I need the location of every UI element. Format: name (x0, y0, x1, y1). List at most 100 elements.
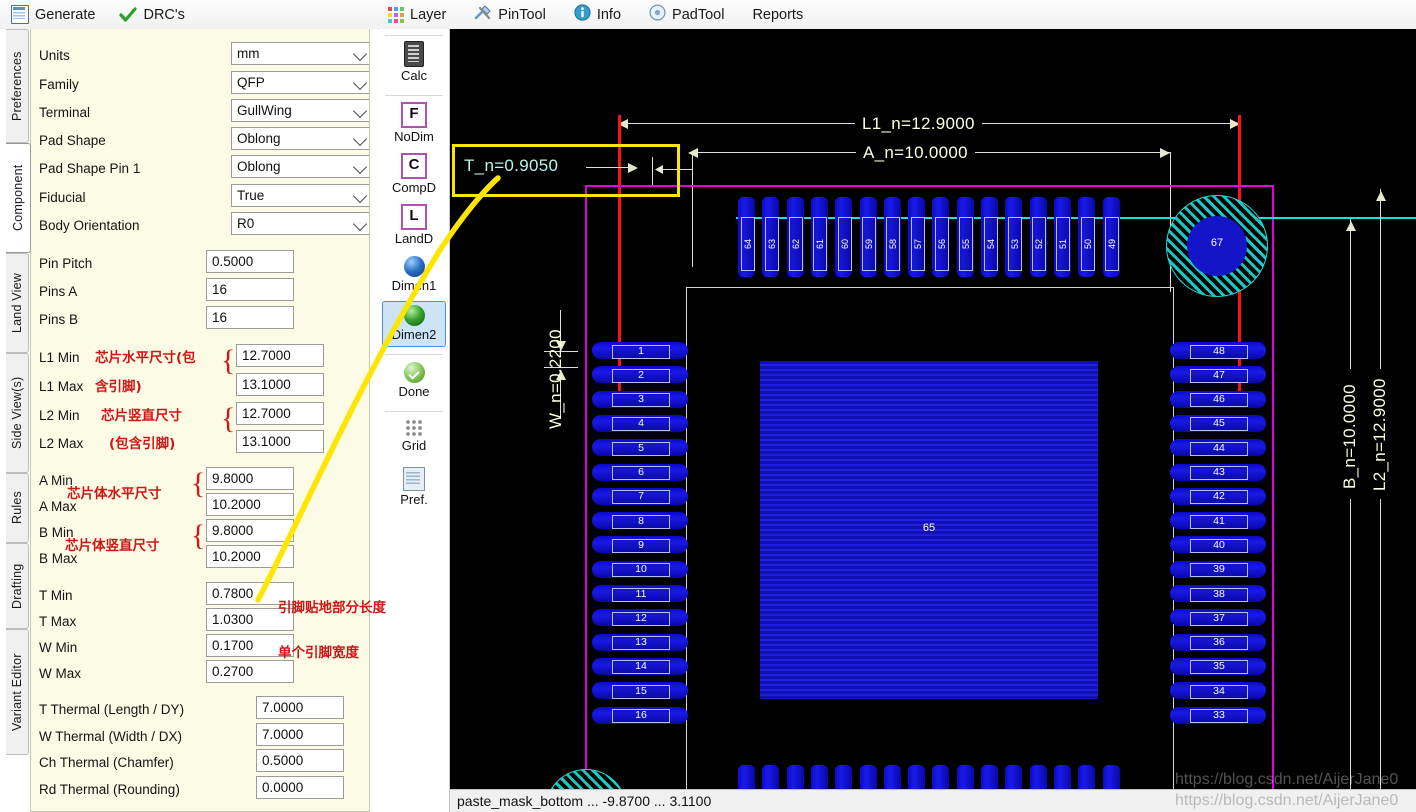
brace-l2: { (221, 404, 235, 434)
pad-bottom[interactable] (835, 765, 852, 789)
pad-bottom[interactable] (860, 765, 877, 789)
tab-side-views-label: Side View(s) (10, 377, 24, 449)
tool-compd[interactable]: C CompD (379, 153, 449, 195)
tool-grid-label: Grid (402, 438, 427, 453)
tab-land-view[interactable]: Land View (6, 253, 29, 353)
tool-landd[interactable]: L LandD (379, 204, 449, 246)
tab-side-views[interactable]: Side View(s) (6, 353, 29, 473)
select-pad-shape-pin1[interactable]: Oblong (231, 155, 370, 178)
dimline-l2-lower (1380, 499, 1381, 789)
input-ch-thermal[interactable]: 0.5000 (256, 749, 344, 772)
pad-number: 43 (1190, 466, 1248, 480)
tool-calc-label: Calc (401, 68, 427, 83)
field-pad-shape-label: Pad Shape (39, 133, 106, 148)
input-l1-max[interactable]: 13.1000 (236, 373, 324, 396)
select-family[interactable]: QFP (231, 71, 370, 94)
pad-number: 41 (1190, 515, 1248, 529)
menu-reports[interactable]: Reports (749, 5, 806, 25)
menu-padtool[interactable]: PadTool (646, 2, 727, 27)
pad-bottom[interactable] (811, 765, 828, 789)
fiducial-pad[interactable]: 67 (1166, 195, 1268, 297)
fiducial-pad-bottom[interactable] (545, 769, 627, 789)
tool-dimen1[interactable]: Dimen1 (379, 256, 449, 293)
select-units[interactable]: mm (231, 42, 370, 65)
pad-number: 40 (1190, 539, 1248, 553)
tab-preferences[interactable]: Preferences (6, 29, 29, 143)
tab-variant-editor[interactable]: Variant Editor (6, 629, 29, 755)
input-pins-b[interactable]: 16 (206, 306, 294, 329)
tab-rules[interactable]: Rules (6, 473, 29, 543)
pad-bottom[interactable] (908, 765, 925, 789)
tool-nodim[interactable]: F NoDim (379, 102, 449, 144)
field-family-row: Family (39, 72, 79, 96)
tool-done[interactable]: Done (379, 362, 449, 399)
input-a-min[interactable]: 9.8000 (206, 467, 294, 490)
select-fiducial[interactable]: True (231, 184, 370, 207)
tool-calc[interactable]: Calc (379, 41, 449, 83)
field-t-min-label: T Min (39, 588, 73, 603)
input-rd-thermal[interactable]: 0.0000 (256, 776, 344, 799)
pad-number: 47 (1190, 369, 1248, 383)
field-pins-a-label: Pins A (39, 284, 77, 299)
input-w-max[interactable]: 0.2700 (206, 660, 294, 683)
menu-layer[interactable]: Layer (385, 5, 449, 25)
menu-right-group: Layer PinTool (385, 0, 806, 29)
input-pins-b-value: 16 (212, 310, 227, 325)
pad-bottom[interactable] (1030, 765, 1047, 789)
menu-pintool[interactable]: PinTool (471, 2, 549, 27)
pad-bottom[interactable] (957, 765, 974, 789)
dimension-l1-label: L1_n=12.9000 (855, 114, 982, 134)
pad-number: 49 (1105, 217, 1119, 271)
pad-bottom[interactable] (787, 765, 804, 789)
pad-number: 4 (612, 417, 670, 431)
field-ch-thermal-row: Ch Thermal (Chamfer) (39, 750, 174, 774)
pad-bottom[interactable] (981, 765, 998, 789)
field-fiducial-label: Fiducial (39, 190, 86, 205)
input-b-max-value: 10.2000 (212, 549, 261, 564)
pad-bottom[interactable] (1078, 765, 1095, 789)
pad-number: 10 (612, 563, 670, 577)
grid-dots-icon (405, 419, 423, 437)
pcb-canvas[interactable]: L1_n=12.9000 A_n=10.0000 T_n=0.9050 (450, 29, 1416, 789)
input-pins-a[interactable]: 16 (206, 278, 294, 301)
input-l2-max-value: 13.1000 (242, 434, 291, 449)
pad-number: 3 (612, 393, 670, 407)
menu-drcs[interactable]: DRC's (116, 5, 187, 25)
input-w-thermal[interactable]: 7.0000 (256, 723, 344, 746)
field-l1-min-row: L1 Min (39, 345, 80, 369)
input-b-max[interactable]: 10.2000 (206, 545, 294, 568)
tab-component[interactable]: Component (6, 143, 31, 253)
select-terminal[interactable]: GullWing (231, 99, 370, 122)
tool-grid[interactable]: Grid (379, 419, 449, 453)
input-b-min[interactable]: 9.8000 (206, 519, 294, 542)
tool-dimen2[interactable]: Dimen2 (382, 301, 446, 347)
input-l2-min[interactable]: 12.7000 (236, 402, 324, 425)
pad-bottom[interactable] (1005, 765, 1022, 789)
pad-number: 6 (612, 466, 670, 480)
menu-info[interactable]: Info (571, 2, 624, 27)
input-a-max[interactable]: 10.2000 (206, 493, 294, 516)
select-body-orientation[interactable]: R0 (231, 212, 370, 235)
pad-bottom[interactable] (884, 765, 901, 789)
watermark-status: https://blog.csdn.net/AijerJane0 (1175, 792, 1398, 810)
watermark: https://blog.csdn.net/AijerJane0 (1175, 771, 1398, 789)
field-w-thermal-label: W Thermal (Width / DX) (39, 729, 182, 744)
input-t-thermal[interactable]: 7.0000 (256, 696, 344, 719)
input-l2-max[interactable]: 13.1000 (236, 430, 324, 453)
pad-number: 42 (1190, 490, 1248, 504)
tab-drafting[interactable]: Drafting (6, 543, 29, 629)
pad-bottom[interactable] (932, 765, 949, 789)
field-l1-min-label: L1 Min (39, 350, 80, 365)
pad-bottom[interactable] (762, 765, 779, 789)
pad-bottom[interactable] (1103, 765, 1120, 789)
menu-padtool-label: PadTool (672, 7, 724, 23)
courtyard-left (585, 185, 587, 789)
select-pad-shape[interactable]: Oblong (231, 127, 370, 150)
pad-bottom[interactable] (1054, 765, 1071, 789)
pad-bottom[interactable] (738, 765, 755, 789)
menu-generate[interactable]: Generate (8, 3, 98, 26)
tool-pref[interactable]: Pref. (379, 467, 449, 507)
input-pin-pitch[interactable]: 0.5000 (206, 250, 294, 273)
input-l1-min[interactable]: 12.7000 (236, 344, 324, 367)
tool-pref-label: Pref. (400, 492, 427, 507)
